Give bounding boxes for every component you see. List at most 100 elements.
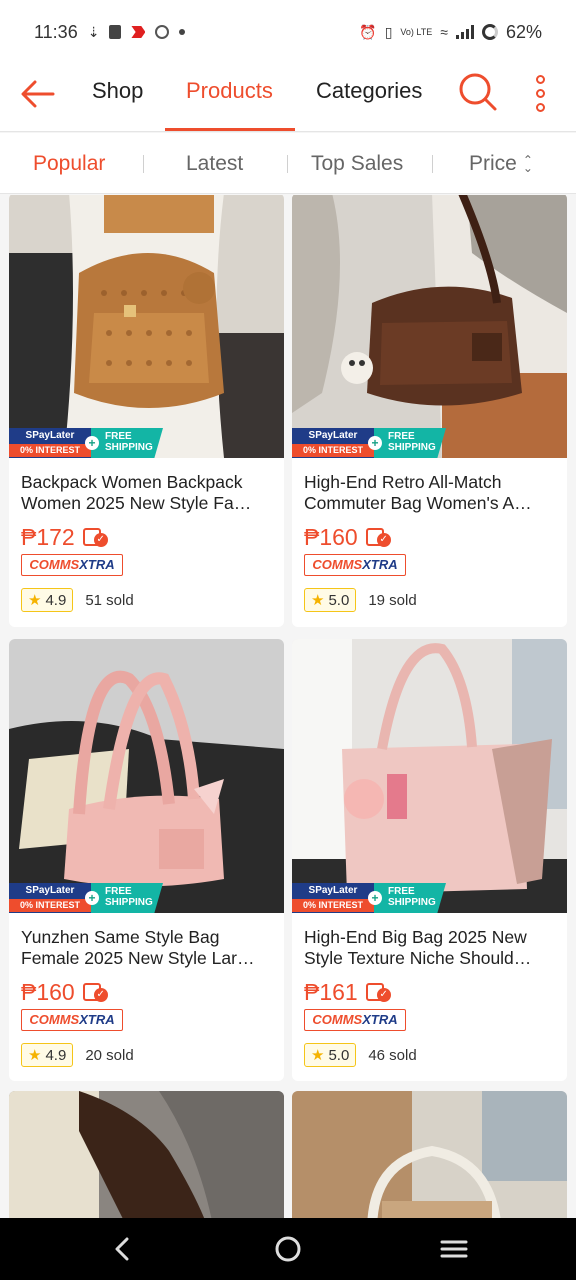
- star-icon: ★: [28, 592, 42, 609]
- sort-bar: Popular Latest Top Sales Price ⌃ ⌄: [0, 133, 576, 194]
- comms-xtra-badge: COMMSXTRA: [21, 1009, 123, 1031]
- more-dot-icon: [535, 74, 545, 84]
- active-tab-indicator: [165, 128, 295, 131]
- product-image: SPayLater 0% INTEREST FREE SHIPPING +: [9, 195, 284, 458]
- tab-products[interactable]: Products: [186, 78, 273, 132]
- battery-icon: [481, 24, 498, 40]
- plus-icon: +: [85, 891, 99, 905]
- search-icon: [459, 73, 497, 111]
- rating-row: ★ 4.9 20 sold: [9, 1031, 284, 1067]
- top-nav: Shop Products Categories: [0, 64, 576, 132]
- status-bar: 11:36 ⇣ ⏰ ▯ Vo) LTE ≈ 62%: [0, 0, 576, 64]
- volte-icon: Vo) LTE: [400, 26, 433, 37]
- comms-xtra-badge: COMMSXTRA: [21, 554, 123, 576]
- spaylater-badge: SPayLater 0% INTEREST: [292, 883, 374, 913]
- product-card[interactable]: SPayLater 0% INTEREST FREE SHIPPING + Bac…: [9, 195, 284, 627]
- product-image: SPayLater 0% INTEREST FREE SHIPPING +: [292, 195, 567, 458]
- price-row: ₱160 ✓: [9, 973, 284, 1007]
- rating-row: ★ 5.0 19 sold: [292, 576, 567, 612]
- rating-badge: ★ 4.9: [21, 1043, 74, 1067]
- product-card[interactable]: [292, 1091, 567, 1218]
- spaylater-badge: SPayLater 0% INTEREST: [9, 428, 91, 458]
- more-dot-icon: [535, 88, 545, 98]
- system-back-button[interactable]: [107, 1234, 137, 1264]
- sort-latest[interactable]: Latest: [186, 152, 243, 176]
- price-row: ₱160 ✓: [292, 518, 567, 552]
- spaylater-badge: SPayLater 0% INTEREST: [292, 428, 374, 458]
- alarm-icon: ⏰: [359, 24, 377, 40]
- rating-row: ★ 4.9 51 sold: [9, 576, 284, 612]
- product-grid: SPayLater 0% INTEREST FREE SHIPPING + Bac…: [0, 195, 576, 1218]
- more-notifications-dot-icon: [179, 29, 186, 35]
- comms-xtra-badge: COMMSXTRA: [304, 554, 406, 576]
- search-button[interactable]: [458, 72, 500, 114]
- product-image: [9, 1091, 284, 1218]
- product-image: SPayLater 0% INTEREST FREE SHIPPING +: [9, 639, 284, 913]
- plus-icon: +: [368, 891, 382, 905]
- product-price: ₱161: [304, 978, 358, 1005]
- status-time: 11:36: [34, 21, 78, 42]
- product-title: High-End Big Bag 2025 New Style Texture …: [304, 927, 532, 968]
- free-shipping-badge: FREE SHIPPING: [374, 428, 446, 458]
- rating-badge: ★ 5.0: [304, 1043, 357, 1067]
- product-card[interactable]: SPayLater 0% INTEREST FREE SHIPPING + Yun…: [9, 639, 284, 1081]
- sort-divider: [287, 155, 288, 173]
- menu-lines-icon: [440, 1240, 468, 1258]
- sold-count: 19 sold: [368, 591, 417, 609]
- sold-count: 51 sold: [85, 591, 134, 609]
- spaylater-badge: SPayLater 0% INTEREST: [9, 883, 91, 913]
- sort-price[interactable]: Price ⌃ ⌄: [469, 152, 533, 176]
- free-shipping-badge: FREE SHIPPING: [374, 883, 446, 913]
- shopee-notification-icon: [109, 25, 122, 39]
- back-button[interactable]: [18, 74, 58, 114]
- rating-badge: ★ 5.0: [304, 588, 357, 612]
- product-title: High-End Retro All-Match Commuter Bag Wo…: [304, 472, 532, 513]
- tab-shop[interactable]: Shop: [92, 78, 143, 132]
- plus-icon: +: [85, 436, 99, 450]
- rating-badge: ★ 4.9: [21, 588, 74, 612]
- star-icon: ★: [311, 592, 325, 609]
- price-row: ₱172 ✓: [9, 518, 284, 552]
- more-dot-icon: [535, 102, 545, 112]
- system-nav-bar: [0, 1218, 576, 1280]
- system-recents-button[interactable]: [439, 1234, 469, 1264]
- voucher-check-icon: ✓: [365, 981, 392, 1003]
- product-price: ₱160: [304, 523, 358, 550]
- home-circle-icon: [275, 1236, 301, 1262]
- vibrate-icon: ▯: [384, 24, 393, 40]
- rating-row: ★ 5.0 46 sold: [292, 1031, 567, 1067]
- product-card[interactable]: [9, 1091, 284, 1218]
- sort-updown-icon: ⌃ ⌄: [522, 153, 533, 176]
- product-title: Backpack Women Backpack Women 2025 New S…: [21, 472, 252, 513]
- sold-count: 20 sold: [85, 1046, 134, 1064]
- product-card[interactable]: SPayLater 0% INTEREST FREE SHIPPING + Hig…: [292, 639, 567, 1081]
- sort-divider: [143, 155, 144, 173]
- app-notification-icon: [131, 26, 146, 38]
- free-shipping-badge: FREE SHIPPING: [91, 883, 163, 913]
- product-image: [292, 1091, 567, 1218]
- voucher-check-icon: ✓: [365, 526, 392, 548]
- voucher-check-icon: ✓: [82, 526, 109, 548]
- comms-xtra-badge: COMMSXTRA: [304, 1009, 406, 1031]
- wifi-icon: ≈: [440, 24, 448, 40]
- product-price: ₱160: [21, 978, 75, 1005]
- price-row: ₱161 ✓: [292, 973, 567, 1007]
- sold-count: 46 sold: [368, 1046, 417, 1064]
- arrow-left-icon: [21, 80, 55, 108]
- battery-percent: 62%: [505, 21, 542, 42]
- sort-top-sales[interactable]: Top Sales: [311, 152, 403, 176]
- download-icon: ⇣: [87, 24, 100, 40]
- sort-divider: [432, 155, 433, 173]
- product-card[interactable]: SPayLater 0% INTEREST FREE SHIPPING + Hig…: [292, 195, 567, 627]
- product-image: SPayLater 0% INTEREST FREE SHIPPING +: [292, 639, 567, 913]
- more-options-button[interactable]: [528, 72, 552, 114]
- tab-categories[interactable]: Categories: [316, 78, 422, 132]
- product-price: ₱172: [21, 523, 75, 550]
- circle-notification-icon: [155, 25, 170, 39]
- sort-popular[interactable]: Popular: [33, 152, 105, 176]
- plus-icon: +: [368, 436, 382, 450]
- free-shipping-badge: FREE SHIPPING: [91, 428, 163, 458]
- system-home-button[interactable]: [273, 1234, 303, 1264]
- star-icon: ★: [28, 1047, 42, 1064]
- voucher-check-icon: ✓: [82, 981, 109, 1003]
